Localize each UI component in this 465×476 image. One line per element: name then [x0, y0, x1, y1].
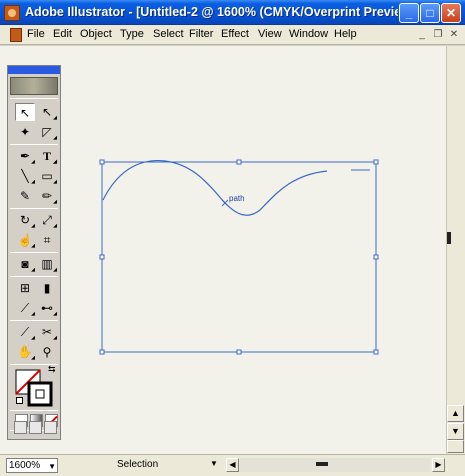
toolbox-divider: [10, 98, 58, 99]
horizontal-scrollbar[interactable]: [240, 458, 430, 472]
selected-path: [102, 159, 328, 216]
zoom-tool[interactable]: ⚲: [37, 343, 57, 361]
hand-tool[interactable]: ✋ ◢: [15, 343, 35, 361]
default-colors-icon[interactable]: [16, 397, 23, 404]
swap-fill-stroke-icon[interactable]: ⇆: [48, 364, 56, 375]
path-hint-label: path: [229, 194, 245, 203]
direct-selection-tool[interactable]: ↖ ◢: [37, 103, 57, 121]
full-screen-mode-button[interactable]: [44, 421, 57, 434]
rotate-tool[interactable]: ↻ ◢: [15, 211, 35, 229]
toolbox-divider: [10, 320, 58, 321]
mesh-tool[interactable]: ⊞: [15, 279, 35, 297]
pen-tool[interactable]: ✒ ◢: [15, 147, 35, 165]
anchor-cursor-mark: [221, 199, 229, 207]
scroll-down-button[interactable]: ▼: [447, 423, 464, 440]
gradient-tool[interactable]: ▮: [37, 279, 57, 297]
bounding-box-handles: [99, 159, 379, 355]
pencil-tool[interactable]: ✏ ◢: [37, 187, 57, 205]
horizontal-scroll-thumb[interactable]: [316, 462, 328, 466]
stroke-swatch: [27, 381, 53, 407]
status-menu-icon[interactable]: ▼: [210, 459, 218, 468]
selection-tool[interactable]: ↖: [15, 103, 35, 121]
toolbox-divider: [10, 252, 58, 253]
zoom-dropdown-icon[interactable]: ▼: [48, 460, 56, 473]
status-text: Selection: [117, 459, 159, 470]
toolbox-divider: [10, 276, 58, 277]
vertical-scroll-thumb[interactable]: [447, 232, 451, 244]
zoom-level-value: 1600%: [9, 460, 41, 471]
magic-wand-tool[interactable]: ✦: [15, 123, 35, 141]
paintbrush-tool[interactable]: ✎: [15, 187, 35, 205]
line-tool[interactable]: ╲ ◢: [15, 167, 35, 185]
toolbox-logo-image: [10, 77, 58, 95]
graph-tool[interactable]: ▥ ◢: [37, 255, 57, 273]
scroll-up-button[interactable]: ▲: [447, 405, 464, 422]
standard-screen-mode-button[interactable]: [14, 421, 27, 434]
scale-tool[interactable]: ⤢ ◢: [37, 211, 57, 229]
blend-tool[interactable]: ⊷ ◢: [37, 299, 57, 317]
zoom-level-field[interactable]: 1600% ▼: [6, 458, 58, 473]
rectangle-tool[interactable]: ▭ ◢: [37, 167, 57, 185]
toolbox-divider: [10, 410, 58, 411]
lasso-tool[interactable]: ◸ ◢: [37, 123, 57, 141]
warp-tool[interactable]: ☝ ◢: [15, 231, 35, 249]
scroll-corner: [447, 440, 464, 453]
scroll-right-button[interactable]: ▶: [432, 458, 445, 472]
slice-tool[interactable]: ⟋ ◢: [15, 323, 35, 341]
free-transform-tool[interactable]: ⌗: [37, 231, 57, 249]
scissors-tool[interactable]: ✂ ◢: [37, 323, 57, 341]
vertical-scrollbar[interactable]: [446, 46, 465, 454]
toolbox-divider: [10, 144, 58, 145]
status-bar: 1600% ▼ Selection ▼ ◀ ▶: [0, 454, 465, 476]
toolbox-title-bar[interactable]: [8, 66, 60, 74]
artwork-layer[interactable]: [0, 0, 465, 476]
type-tool[interactable]: T ◢: [37, 147, 57, 165]
toolbox-divider: [10, 208, 58, 209]
selection-bounding-box: [101, 161, 377, 353]
eyedropper-tool[interactable]: ⟋ ◢: [15, 299, 35, 317]
full-screen-menu-mode-button[interactable]: [29, 421, 42, 434]
toolbox-panel: ↖ ↖ ◢ ✦ ◸ ◢ ✒ ◢ T ◢ ╲ ◢ ▭ ◢ ✎ ✏ ◢ ↻ ◢ ⤢ ◢ ☝ ◢ ⌗ ◙ ◢…: [7, 65, 61, 440]
symbol-sprayer-tool[interactable]: ◙ ◢: [15, 255, 35, 273]
scroll-left-button[interactable]: ◀: [226, 458, 239, 472]
